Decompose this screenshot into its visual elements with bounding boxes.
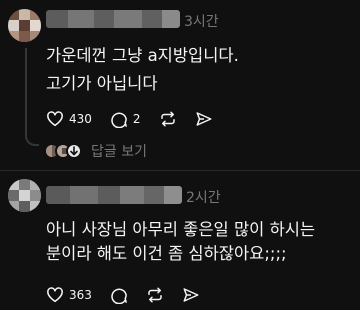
- username-blurred[interactable]: [46, 186, 182, 204]
- post-text-line: 분이라 해도 이건 좀 심하잖아요;;;;: [46, 244, 287, 263]
- heart-icon: [47, 287, 63, 303]
- post-time: 2시간: [186, 190, 221, 206]
- view-replies[interactable]: 답글 보기: [44, 141, 147, 161]
- share-button[interactable]: [195, 110, 213, 128]
- repost-button[interactable]: [146, 286, 164, 304]
- comment-icon: [111, 288, 127, 304]
- post-time: 3시간: [184, 14, 219, 30]
- heart-icon: [47, 111, 63, 127]
- share-button[interactable]: [182, 286, 200, 304]
- thread-line: [25, 48, 27, 136]
- thread-elbow: [25, 134, 39, 146]
- divider: [0, 170, 360, 171]
- like-count: 430: [69, 112, 92, 126]
- comment-icon: [111, 112, 127, 128]
- avatar[interactable]: [8, 9, 41, 42]
- username-blurred[interactable]: [46, 10, 180, 28]
- post-text-line: 가운데껀 그냥 a지방입니다.: [46, 46, 239, 65]
- post-text-line: 고기가 아닙니다: [46, 74, 158, 93]
- post-text-line: 아니 사장님 아무리 좋은일 많이 하시는: [46, 220, 316, 239]
- repost-icon: [148, 287, 162, 303]
- action-bar: 430 2: [46, 109, 231, 129]
- like-button[interactable]: 430: [46, 110, 92, 128]
- action-bar: 363: [46, 285, 218, 305]
- comment-count: 2: [132, 112, 141, 126]
- avatar[interactable]: [8, 179, 41, 212]
- comment-button[interactable]: [110, 286, 128, 304]
- down-arrow-icon: [70, 146, 78, 156]
- send-icon: [183, 288, 199, 302]
- comment-button[interactable]: 2: [110, 110, 141, 128]
- repost-icon: [160, 111, 175, 127]
- like-count: 363: [69, 288, 92, 302]
- view-replies-label: 답글 보기: [91, 144, 147, 160]
- reply-avatar: [66, 143, 82, 159]
- post-text: 가운데껀 그냥 a지방입니다. 고기가 아닙니다: [46, 44, 239, 96]
- like-button[interactable]: 363: [46, 286, 92, 304]
- post-text: 아니 사장님 아무리 좋은일 많이 하시는 분이라 해도 이건 좀 심하잖아요;…: [46, 218, 315, 266]
- repost-button[interactable]: [159, 110, 177, 128]
- send-icon: [196, 112, 212, 126]
